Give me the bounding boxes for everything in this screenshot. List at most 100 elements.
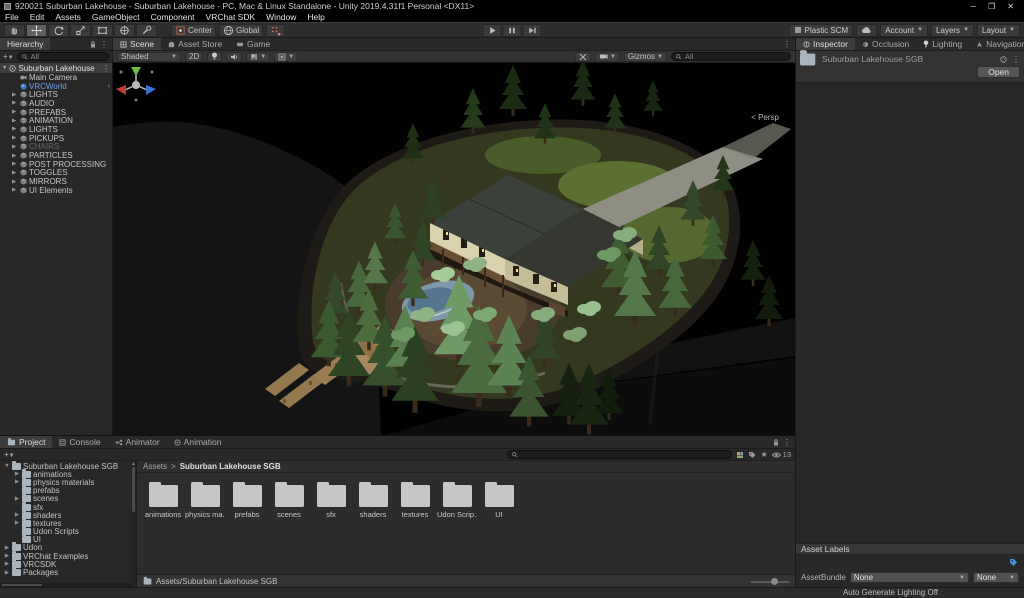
perspective-label[interactable]: < Persp [751, 113, 779, 122]
auto-generate-lighting-status[interactable]: Auto Generate Lighting Off [843, 588, 938, 597]
asset-menu-icon[interactable]: ⋮ [1012, 55, 1020, 64]
menu-item-help[interactable]: Help [307, 12, 324, 22]
breadcrumb-root[interactable]: Assets [143, 462, 167, 471]
scene-viewport[interactable]: < Persp [113, 63, 795, 435]
lock-icon[interactable] [90, 41, 96, 48]
asset-folder-textures[interactable]: textures [395, 481, 435, 519]
tab-animation[interactable]: Animation [167, 436, 229, 448]
hierarchy-item-vrcworld[interactable]: VRCWorld› [0, 82, 112, 91]
thumbnail-size-slider[interactable] [751, 577, 789, 585]
favorites-star-icon[interactable]: ★ [760, 450, 767, 459]
hidden-objects-toggle[interactable]: ▼ [274, 52, 298, 62]
gizmos-dropdown[interactable]: Gizmos▼ [624, 52, 667, 62]
menu-item-edit[interactable]: Edit [30, 12, 45, 22]
search-by-type-icon[interactable] [736, 451, 744, 459]
menu-item-vrchat-sdk[interactable]: VRChat SDK [206, 12, 256, 22]
hidden-packages-toggle[interactable]: 13 [772, 450, 791, 459]
asset-folder-shaders[interactable]: shaders [353, 481, 393, 519]
hierarchy-item-chairs[interactable]: ▶CHAIRS [0, 143, 112, 152]
tab-game[interactable]: Game [229, 38, 277, 50]
scene-menu-icon[interactable]: ⋮ [102, 64, 110, 73]
project-tree-item-vrchat-examples[interactable]: ▶VRChat Examples [0, 552, 136, 560]
project-tree-item-packages[interactable]: ▶Packages [0, 568, 136, 576]
asset-folder-udon-scrip-[interactable]: Udon Scrip... [437, 481, 477, 519]
prefab-nav-arrow-icon[interactable]: › [108, 83, 112, 90]
hierarchy-item-post-processing[interactable]: ▶POST PROCESSING [0, 160, 112, 169]
asset-folder-prefabs[interactable]: prefabs [227, 481, 267, 519]
scene-header-row[interactable]: ▼ Suburban Lakehouse ⋮ [0, 63, 112, 73]
project-tree-item-vrcsdk[interactable]: ▶VRCSDK [0, 560, 136, 568]
grid-snap-button[interactable] [266, 24, 285, 37]
hierarchy-item-pickups[interactable]: ▶PICKUPS [0, 134, 112, 143]
project-tree-item-physics-materials[interactable]: ▶physics materials [0, 478, 136, 486]
play-button[interactable] [483, 24, 502, 37]
scene-orientation-gizmo[interactable] [113, 63, 159, 103]
tab-hierarchy[interactable]: Hierarchy [0, 38, 50, 50]
project-tree-item-udon-scripts[interactable]: Udon Scripts [0, 528, 136, 536]
tab-scene[interactable]: Scene [113, 38, 161, 50]
asset-folder-scenes[interactable]: scenes [269, 481, 309, 519]
menu-item-assets[interactable]: Assets [55, 12, 81, 22]
step-button[interactable] [523, 24, 542, 37]
hierarchy-item-animation[interactable]: ▶ANIMATION [0, 116, 112, 125]
tab-occlusion[interactable]: Occlusion [855, 38, 916, 50]
tab-animator[interactable]: Animator [108, 436, 167, 448]
maximize-icon[interactable]: ❒ [988, 2, 995, 11]
custom-tool-button[interactable] [136, 24, 157, 37]
transform-tool-button[interactable] [114, 24, 135, 37]
help-icon[interactable]: ? [1000, 56, 1007, 63]
tab-asset-store[interactable]: Asset Store [161, 38, 229, 50]
project-tree-item-prefabs[interactable]: prefabs [0, 487, 136, 495]
plastic-scm-button[interactable]: Plastic SCM [789, 24, 854, 37]
project-tree-item-shaders[interactable]: ▶shaders [0, 511, 136, 519]
hierarchy-item-prefabs[interactable]: ▶PREFABS [0, 108, 112, 117]
asset-folder-sfx[interactable]: sfx [311, 481, 351, 519]
asset-folder-animations[interactable]: animations [143, 481, 183, 519]
menu-item-file[interactable]: File [5, 12, 19, 22]
menu-item-component[interactable]: Component [151, 12, 195, 22]
measure-tools-button[interactable] [575, 52, 591, 62]
audio-toggle[interactable] [226, 52, 242, 62]
rotate-tool-button[interactable] [48, 24, 69, 37]
asset-folder-ui[interactable]: UI [479, 481, 519, 519]
rect-tool-button[interactable] [92, 24, 113, 37]
lock-icon[interactable] [773, 439, 779, 446]
project-tree-item-scenes[interactable]: ▶scenes [0, 495, 136, 503]
hierarchy-item-mirrors[interactable]: ▶MIRRORS [0, 177, 112, 186]
close-icon[interactable]: ✕ [1007, 2, 1014, 11]
project-search-input[interactable] [507, 450, 732, 459]
panel-menu-icon[interactable]: ⋮ [783, 40, 791, 49]
camera-settings-dropdown[interactable]: ▼ [595, 52, 620, 62]
pause-button[interactable] [503, 24, 522, 37]
open-button[interactable]: Open [977, 66, 1020, 78]
panel-menu-icon[interactable]: ⋮ [100, 40, 108, 49]
hierarchy-item-main-camera[interactable]: Main Camera [0, 73, 112, 82]
hierarchy-search-input[interactable]: All [17, 52, 109, 61]
tab-console[interactable]: Console [52, 436, 107, 448]
pivot-toggle-button[interactable]: Center [171, 24, 216, 37]
shading-mode-dropdown[interactable]: Shaded▼ [117, 52, 181, 62]
project-tree-item-ui[interactable]: UI [0, 536, 136, 544]
move-tool-button[interactable] [26, 24, 47, 37]
minimize-icon[interactable]: ─ [970, 2, 976, 11]
lighting-toggle[interactable] [207, 52, 222, 62]
panel-menu-icon[interactable]: ⋮ [783, 438, 791, 447]
scene-search-input[interactable]: All [671, 52, 791, 61]
hierarchy-item-particles[interactable]: ▶PARTICLES [0, 151, 112, 160]
tab-lighting[interactable]: Lighting [916, 38, 969, 50]
hierarchy-item-lights[interactable]: ▶LIGHTS [0, 125, 112, 134]
space-toggle-button[interactable]: Global [219, 24, 263, 37]
assetbundle-variant-dropdown[interactable]: None▼ [973, 572, 1019, 583]
cloud-button[interactable] [856, 24, 877, 37]
2d-toggle[interactable]: 2D [185, 52, 203, 62]
account-dropdown[interactable]: Account▼ [880, 24, 928, 37]
vertical-scrollbar[interactable]: ▲ [131, 461, 136, 587]
hierarchy-item-lights[interactable]: ▶LIGHTS [0, 90, 112, 99]
assetbundle-dropdown[interactable]: None▼ [850, 572, 969, 583]
search-by-label-icon[interactable] [748, 451, 756, 459]
hierarchy-item-audio[interactable]: ▶AUDIO [0, 99, 112, 108]
asset-labels-header[interactable]: Asset Labels [796, 543, 1024, 555]
menu-item-gameobject[interactable]: GameObject [92, 12, 140, 22]
tab-project[interactable]: Project [0, 436, 52, 448]
scale-tool-button[interactable] [70, 24, 91, 37]
